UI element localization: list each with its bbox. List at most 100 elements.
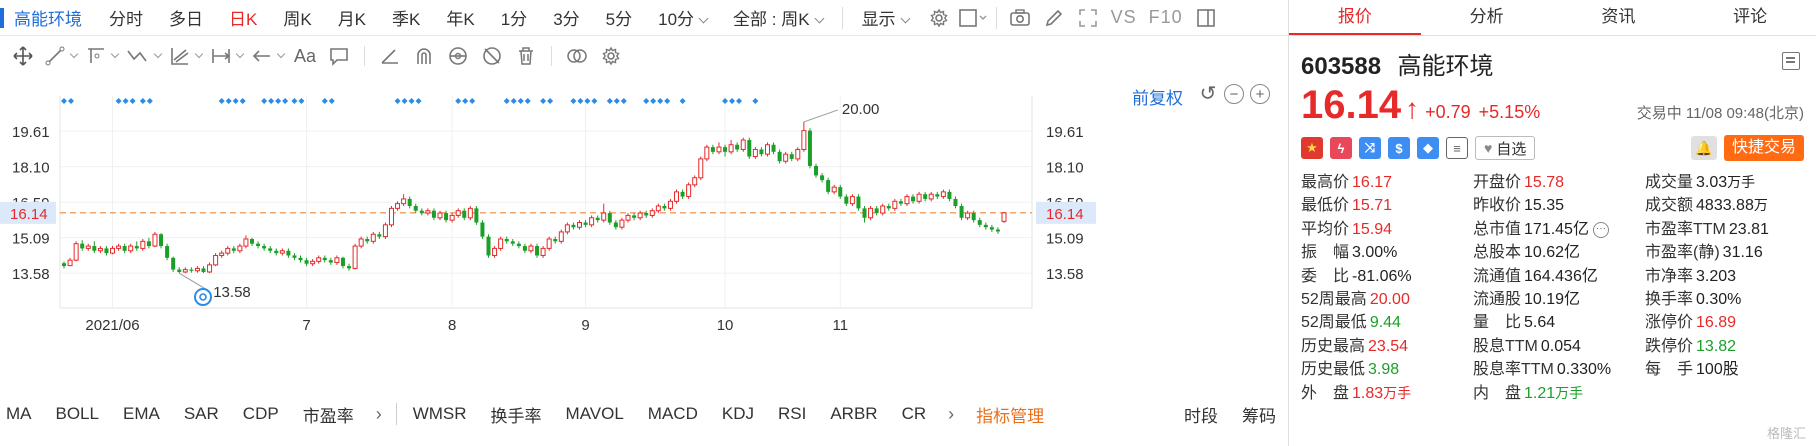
- candle-body: [213, 254, 219, 266]
- price-tick-right: 18.10: [1046, 160, 1084, 177]
- stat-label: 跌停价: [1645, 337, 1694, 355]
- candle-body: [940, 191, 946, 198]
- stat-label: 52周最低: [1301, 314, 1367, 332]
- candle-body: [583, 222, 588, 225]
- bell-icon[interactable]: 🔔: [1690, 136, 1717, 160]
- news-marker-icon[interactable]: [194, 288, 212, 306]
- candle-body: [62, 263, 66, 267]
- candle-body: [425, 210, 431, 214]
- indicator-cdp[interactable]: CDP: [231, 404, 291, 424]
- candle-body: [728, 144, 734, 153]
- candle-body: [571, 224, 576, 228]
- candle-body: [194, 267, 200, 272]
- candle-body: [528, 245, 534, 252]
- chevron-right-icon[interactable]: ›: [366, 404, 392, 425]
- time-tick: 7: [302, 317, 310, 334]
- candle-body: [237, 245, 243, 252]
- chip-distribution-button[interactable]: 筹码: [1230, 402, 1288, 427]
- indicator-right-group: 时段 筹码: [1178, 402, 1288, 427]
- zoom-out-icon[interactable]: −: [1224, 84, 1244, 104]
- chevron-right-icon[interactable]: ›: [938, 404, 964, 425]
- candle-body: [388, 207, 394, 226]
- signal-marker: [455, 98, 462, 104]
- candle-body: [250, 238, 254, 244]
- candle-body: [480, 222, 485, 237]
- connect-icon[interactable]: ⤨: [1359, 137, 1381, 159]
- indicator-kdj[interactable]: KDJ: [710, 404, 766, 424]
- stat-value: 0.330%: [1556, 361, 1612, 379]
- candle-body: [104, 248, 109, 254]
- signal-marker: [328, 98, 335, 104]
- dollar-icon[interactable]: $: [1388, 137, 1410, 159]
- indicator-mavol[interactable]: MAVOL: [554, 404, 636, 424]
- candle-body: [467, 207, 473, 219]
- stat-label: 开盘价: [1473, 174, 1522, 191]
- candle-body: [444, 213, 449, 221]
- indicator-pe[interactable]: 市盈率: [291, 402, 366, 427]
- indicator-boll[interactable]: BOLL: [44, 404, 111, 424]
- notebook-icon[interactable]: ≡: [1446, 137, 1468, 159]
- candle-body: [710, 147, 715, 152]
- signal-marker: [606, 98, 613, 104]
- candle-body: [128, 245, 134, 252]
- candle-body: [607, 213, 612, 223]
- signal-marker: [510, 98, 517, 104]
- more-icon[interactable]: ···: [1592, 221, 1609, 238]
- candle-body: [73, 243, 79, 261]
- tab-quote[interactable]: 报价: [1289, 0, 1421, 35]
- candle-body: [874, 208, 879, 214]
- candle-body: [844, 196, 849, 204]
- candle-body: [516, 243, 521, 247]
- candle-body: [177, 269, 182, 272]
- candle-body: [328, 260, 333, 263]
- candle-body: [904, 196, 910, 205]
- stat-cell: 总股本 10.62亿: [1473, 241, 1645, 264]
- candle-body: [989, 227, 994, 230]
- candle-body: [662, 206, 667, 209]
- indicator-wmsr[interactable]: WMSR: [401, 404, 479, 424]
- signal-marker: [61, 98, 67, 104]
- tab-analysis[interactable]: 分析: [1421, 0, 1553, 35]
- tab-news[interactable]: 资讯: [1553, 0, 1685, 35]
- stat-cell: 市盈率(静) 31.16: [1645, 241, 1804, 264]
- candle-body: [80, 243, 85, 249]
- stat-label: 历史最低: [1301, 361, 1366, 379]
- indicator-macd[interactable]: MACD: [636, 404, 710, 424]
- reset-icon[interactable]: ↺: [1198, 84, 1218, 104]
- time-session-button[interactable]: 时段: [1178, 402, 1230, 427]
- indicator-ema[interactable]: EMA: [111, 404, 172, 424]
- up-arrow-icon: ↑: [1405, 93, 1420, 124]
- time-tick: 10: [717, 317, 734, 334]
- candle-body: [649, 210, 655, 216]
- candle-body: [923, 194, 928, 199]
- indicator-rsi[interactable]: RSI: [766, 404, 818, 424]
- margin-trading-icon[interactable]: ϟ: [1330, 137, 1352, 159]
- tag-icon[interactable]: ◆: [1417, 137, 1439, 159]
- signal-marker: [503, 98, 510, 104]
- add-watchlist-button[interactable]: ♥ 自选: [1475, 136, 1536, 160]
- signal-marker: [570, 98, 577, 104]
- candle-body: [352, 245, 358, 269]
- indicator-cr[interactable]: CR: [890, 404, 939, 424]
- candle-body: [401, 198, 407, 205]
- candle-body: [498, 238, 504, 249]
- candle-body: [977, 220, 982, 225]
- indicator-turnover[interactable]: 换手率: [479, 402, 554, 427]
- chart-zoom-controls: ↺ − +: [1198, 84, 1270, 104]
- candle-body: [201, 268, 206, 272]
- zoom-in-icon[interactable]: +: [1250, 84, 1270, 104]
- indicator-sar[interactable]: SAR: [172, 404, 231, 424]
- signal-marker: [401, 98, 408, 104]
- stat-cell: 昨收价 15.35: [1473, 194, 1645, 217]
- tab-comments[interactable]: 评论: [1684, 0, 1816, 35]
- indicator-arbr[interactable]: ARBR: [818, 404, 889, 424]
- stat-label: 成交量: [1645, 174, 1694, 191]
- candle-body: [219, 252, 225, 256]
- quick-trade-button[interactable]: 快捷交易: [1723, 135, 1804, 161]
- price-adjust-toggle[interactable]: 前复权: [1132, 84, 1183, 109]
- candlestick-chart[interactable]: 19.6119.6118.1018.1016.5916.5915.0915.09…: [0, 0, 1288, 446]
- stat-label: 52周最高: [1301, 290, 1367, 308]
- indicator-manager-button[interactable]: 指标管理: [964, 402, 1056, 427]
- indicator-ma[interactable]: MA: [0, 404, 44, 424]
- document-icon[interactable]: [1782, 52, 1800, 70]
